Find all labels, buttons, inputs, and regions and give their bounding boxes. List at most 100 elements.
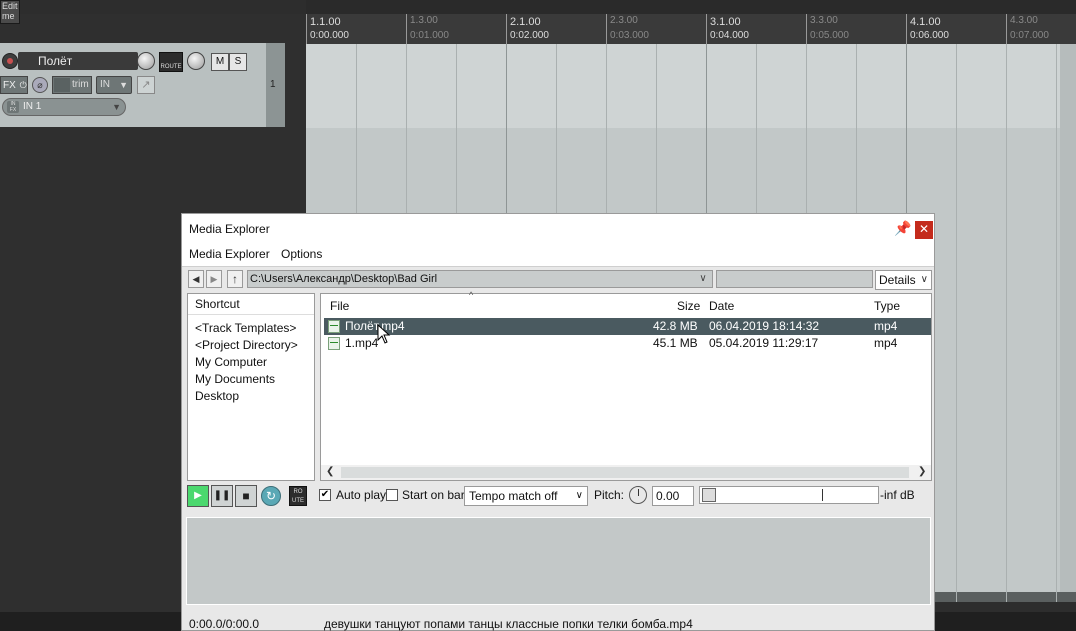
- waveform-preview[interactable]: [186, 517, 931, 605]
- grid-line: [1056, 44, 1057, 602]
- record-arm-button[interactable]: [2, 53, 18, 69]
- ruler-tick: [406, 14, 407, 44]
- shortcut-panel: Shortcut <Track Templates> <Project Dire…: [187, 293, 315, 481]
- forward-button[interactable]: ▶: [206, 270, 222, 288]
- route-label: ROUTE: [160, 64, 182, 70]
- scroll-right-icon[interactable]: ❯: [918, 466, 926, 477]
- power-icon: ⏻: [19, 80, 27, 90]
- phase-invert-icon[interactable]: ⌀: [32, 77, 48, 93]
- path-value: C:\Users\Александр\Desktop\Bad Girl: [250, 273, 438, 285]
- tempo-match-select[interactable]: Tempo match off ∨: [464, 486, 588, 506]
- view-mode-select[interactable]: Details ∨: [875, 270, 932, 290]
- start-on-bar-checkbox[interactable]: [386, 489, 398, 501]
- parent-folder-button[interactable]: ↑: [227, 270, 243, 288]
- ruler-time-label: 0:02.000: [510, 30, 549, 41]
- input-select[interactable]: IN FX IN 1 ▼: [2, 98, 126, 116]
- pan-knob[interactable]: [187, 52, 205, 70]
- ruler-tick: [306, 14, 307, 44]
- ruler-time-label: 0:06.000: [910, 30, 949, 41]
- route-button[interactable]: RO UTE: [289, 486, 307, 506]
- file-type: mp4: [874, 319, 898, 333]
- route-button[interactable]: ROUTE: [159, 52, 183, 72]
- auto-play-checkbox[interactable]: ✔: [319, 489, 331, 501]
- ruler-bar-label: 1.1.00: [310, 16, 341, 28]
- close-button[interactable]: ✕: [915, 221, 933, 239]
- input-monitor-button[interactable]: IN ▼: [96, 76, 132, 94]
- playback-time: 0:00.0/0:00.0: [189, 617, 260, 631]
- ruler-bar-label: 3.1.00: [710, 16, 741, 28]
- column-header-size[interactable]: Size: [677, 299, 700, 313]
- shortcut-my-documents[interactable]: My Documents: [195, 372, 275, 386]
- envelope-icon: [54, 78, 70, 92]
- ruler-tick: [606, 14, 607, 44]
- volume-slider[interactable]: [699, 486, 879, 504]
- ruler-tick: [506, 14, 507, 44]
- file-size: 45.1 MB: [653, 336, 698, 350]
- pause-button[interactable]: ❚❚: [211, 485, 233, 507]
- pitch-input[interactable]: 0.00: [652, 486, 694, 506]
- ruler-time-label: 0:07.000: [1010, 30, 1049, 41]
- track-name-label: Полёт: [38, 54, 73, 68]
- fx-button[interactable]: FX ⏻: [0, 76, 28, 94]
- start-on-bar-label: Start on bar: [402, 488, 465, 502]
- shortcut-track-templates[interactable]: <Track Templates>: [195, 321, 296, 335]
- column-header-type[interactable]: Type: [874, 299, 900, 313]
- file-date: 06.04.2019 18:14:32: [709, 319, 820, 333]
- volume-knob[interactable]: [137, 52, 155, 70]
- ruler-tick: [906, 14, 907, 44]
- edit-button[interactable]: Edit me: [0, 0, 20, 24]
- media-file-icon: [328, 320, 340, 333]
- pin-icon[interactable]: 📌: [894, 220, 911, 238]
- mute-button[interactable]: M: [211, 53, 229, 71]
- shortcut-header: Shortcut: [188, 294, 314, 315]
- ruler-time-label: 0:01.000: [410, 30, 449, 41]
- pitch-knob[interactable]: [629, 486, 647, 504]
- automation-mode-button[interactable]: trim: [52, 76, 92, 94]
- ruler-bar-label: 2.1.00: [510, 16, 541, 28]
- shortcut-desktop[interactable]: Desktop: [195, 389, 239, 403]
- back-button[interactable]: ◀: [188, 270, 204, 288]
- search-input[interactable]: [716, 270, 873, 288]
- ruler-top-strip: [306, 0, 1076, 14]
- ruler-time-label: 0:04.000: [710, 30, 749, 41]
- ruler-bar-label: 1.3.00: [410, 15, 438, 26]
- monitor-icon[interactable]: ↗: [137, 76, 155, 94]
- pitch-label: Pitch:: [594, 488, 625, 502]
- ruler-time-label: 0:05.000: [810, 30, 849, 41]
- vertical-scrollbar[interactable]: [1060, 44, 1076, 602]
- menu-media-explorer[interactable]: Media Explorer: [189, 247, 270, 261]
- loop-icon[interactable]: ↻: [261, 486, 281, 506]
- shortcut-my-computer[interactable]: My Computer: [195, 355, 267, 369]
- file-list-scrollbar[interactable]: ❮ ❯: [321, 465, 931, 480]
- play-button[interactable]: ▶: [187, 485, 209, 507]
- column-header-file[interactable]: File: [330, 299, 349, 313]
- ruler-time-label: 0:00.000: [310, 30, 349, 41]
- volume-readout: -inf dB: [880, 488, 915, 502]
- file-type: mp4: [874, 336, 898, 350]
- file-row[interactable]: Полёт.mp4 42.8 MB 06.04.2019 18:14:32 mp…: [324, 318, 931, 335]
- path-dropdown-icon[interactable]: ∨: [694, 271, 712, 287]
- scroll-left-icon[interactable]: ❮: [326, 466, 334, 477]
- menu-options[interactable]: Options: [281, 247, 322, 261]
- file-row[interactable]: 1.mp4 45.1 MB 05.04.2019 11:29:17 mp4: [324, 335, 931, 352]
- ruler-bar-label: 4.3.00: [1010, 15, 1038, 26]
- fx-label: FX: [3, 80, 16, 91]
- tempo-match-value: Tempo match off: [469, 489, 558, 503]
- window-title-bar[interactable]: Media Explorer 📌 ✕: [182, 214, 934, 244]
- column-header-date[interactable]: Date: [709, 299, 734, 313]
- track-name-field[interactable]: Полёт: [18, 52, 138, 70]
- solo-button[interactable]: S: [229, 53, 247, 71]
- path-input[interactable]: C:\Users\Александр\Desktop\Bad Girl: [247, 270, 713, 288]
- file-name: Полёт.mp4: [345, 319, 405, 333]
- file-date: 05.04.2019 11:29:17: [709, 336, 819, 350]
- track-lane[interactable]: [306, 44, 1076, 128]
- chevron-down-icon: ▼: [119, 80, 128, 90]
- volume-slider-thumb[interactable]: [702, 488, 716, 502]
- media-file-icon: [328, 337, 340, 350]
- shortcut-project-directory[interactable]: <Project Directory>: [195, 338, 298, 352]
- scrollbar-track[interactable]: [341, 467, 909, 478]
- input-fx-icon: IN FX: [7, 101, 19, 113]
- stop-button[interactable]: ■: [235, 485, 257, 507]
- status-file-name: девушки танцуют попами танцы классные по…: [324, 617, 693, 631]
- menu-bar: Media Explorer Options: [182, 244, 934, 266]
